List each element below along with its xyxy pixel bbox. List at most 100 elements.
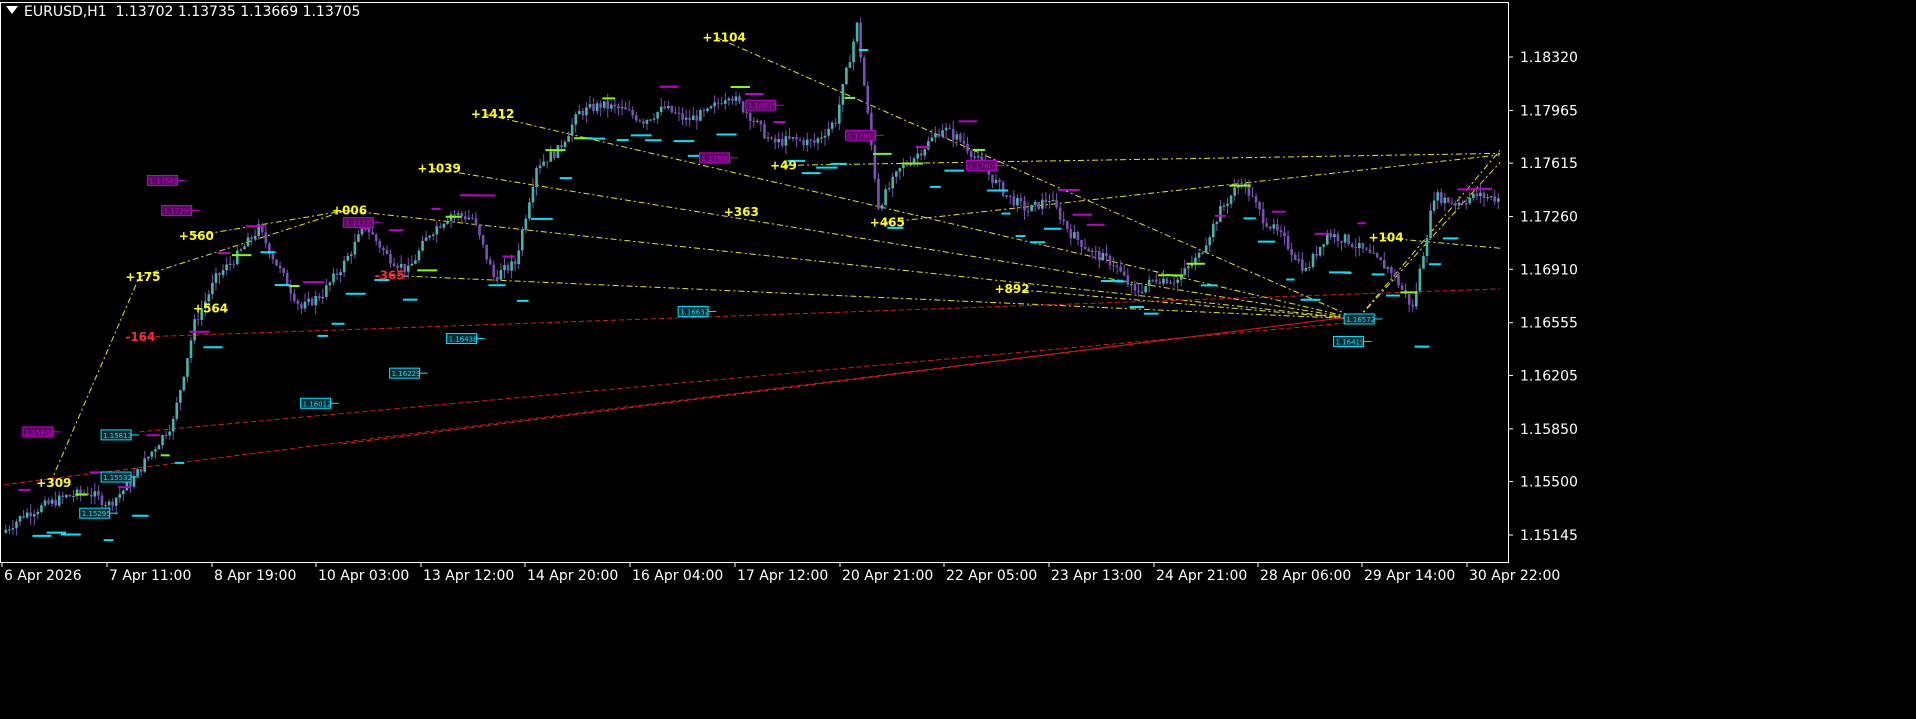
y-tick-label: 1.15850 (1520, 422, 1578, 438)
candle-body (1368, 249, 1372, 253)
candle-body (503, 265, 506, 271)
candle-body (442, 223, 446, 228)
chart-window[interactable]: +309 +175 -164 +560 +564 +006 -365 +1039 +1412 +1… (0, 0, 1916, 715)
candle-body (1219, 206, 1222, 222)
candle-body (339, 272, 342, 276)
price-box-label: 1.16229 (392, 370, 421, 378)
dropdown-arrow-icon[interactable] (6, 6, 18, 14)
candle-body (969, 151, 973, 157)
candle-body (193, 319, 196, 341)
candle-body (428, 235, 431, 238)
candle-body (1083, 247, 1087, 249)
candle-body (642, 121, 645, 124)
candle-body (756, 120, 759, 122)
candle-body (652, 118, 656, 120)
candle-body (1037, 201, 1041, 209)
candle-body (346, 255, 350, 261)
candle-body (545, 161, 549, 163)
candle-body (481, 235, 485, 245)
price-box-label: 1.17603 (969, 162, 998, 170)
candle-body (132, 476, 136, 487)
candle-body (745, 112, 748, 114)
candle-body (453, 214, 456, 216)
y-tick-label: 1.16910 (1520, 262, 1578, 278)
candle-body (948, 127, 952, 129)
candle-body (161, 435, 164, 446)
candle-body (855, 22, 859, 42)
candle-body (1044, 199, 1048, 203)
x-tick-label: 6 Apr 2026 (4, 568, 82, 584)
chart-header: EURUSD,H1 1.13702 1.13735 1.13669 1.1370… (6, 4, 360, 20)
candle-body (1016, 197, 1019, 206)
candle-body (146, 456, 150, 459)
candle-body (1187, 266, 1190, 269)
candle-body (1382, 260, 1386, 269)
candle-body (634, 115, 638, 121)
candle-body (1090, 250, 1094, 252)
candle-body (1468, 197, 1472, 204)
candle-body (1268, 226, 1272, 229)
candle-body (111, 501, 114, 506)
swing-label: +1039 (417, 161, 460, 175)
candle-body (606, 101, 610, 109)
candle-body (862, 57, 866, 86)
candle-body (766, 137, 770, 139)
candle-body (1062, 219, 1065, 222)
price-box-label: 1.15532 (103, 474, 132, 482)
candle-body (406, 265, 410, 272)
price-box-label: 1.18015 (748, 102, 777, 110)
candle-body (848, 62, 852, 68)
candle-body (57, 495, 61, 506)
candle-body (435, 226, 439, 235)
candle-body (1272, 224, 1276, 229)
candle-body (335, 273, 339, 276)
candle-body (873, 145, 877, 179)
candle-body (941, 130, 944, 137)
candle-body (350, 254, 353, 256)
candle-body (1073, 232, 1076, 239)
swing-label: +363 (724, 205, 759, 219)
candle-body (1154, 279, 1158, 282)
price-box-label: 1.17222 (345, 220, 374, 228)
candle-body (1251, 195, 1254, 197)
candle-body (1233, 187, 1236, 196)
candle-body (524, 218, 528, 230)
candle-body (1133, 284, 1137, 291)
candle-body (4, 529, 8, 533)
candle-body (1475, 193, 1479, 197)
candle-body (1008, 195, 1012, 197)
candle-body (709, 106, 713, 109)
candle-body (1365, 248, 1368, 250)
candle-body (877, 178, 880, 209)
candle-body (250, 237, 253, 239)
price-chart[interactable]: +309 +175 -164 +560 +564 +006 -365 +1039 +1412 +1… (0, 0, 1916, 715)
candle-body (211, 282, 214, 295)
candle-body (332, 273, 335, 283)
candle-body (1058, 207, 1062, 220)
candle-body (731, 98, 734, 101)
candle-body (1087, 248, 1090, 252)
price-box-label: 1.16419 (1336, 339, 1365, 347)
candle-body (1432, 200, 1436, 211)
candle-body (371, 232, 374, 235)
candle-body (275, 259, 278, 266)
candle-body (175, 402, 179, 419)
candle-body (1276, 224, 1279, 231)
candle-body (104, 505, 107, 507)
candle-body (1372, 252, 1375, 254)
candle-body (317, 296, 321, 299)
candle-body (748, 113, 752, 121)
candle-body (1076, 232, 1080, 241)
candle-body (1211, 223, 1215, 238)
y-tick-label: 1.17260 (1520, 210, 1578, 226)
candle-body (325, 285, 328, 297)
candle-body (1140, 292, 1144, 294)
candle-body (357, 234, 360, 242)
candle-body (905, 164, 909, 166)
swing-label: +49 (770, 158, 797, 172)
candle-body (791, 137, 795, 139)
candle-body (1261, 209, 1265, 224)
candle-body (1162, 278, 1165, 284)
price-box-label: 1.15813 (103, 432, 132, 440)
candle-body (118, 494, 122, 498)
